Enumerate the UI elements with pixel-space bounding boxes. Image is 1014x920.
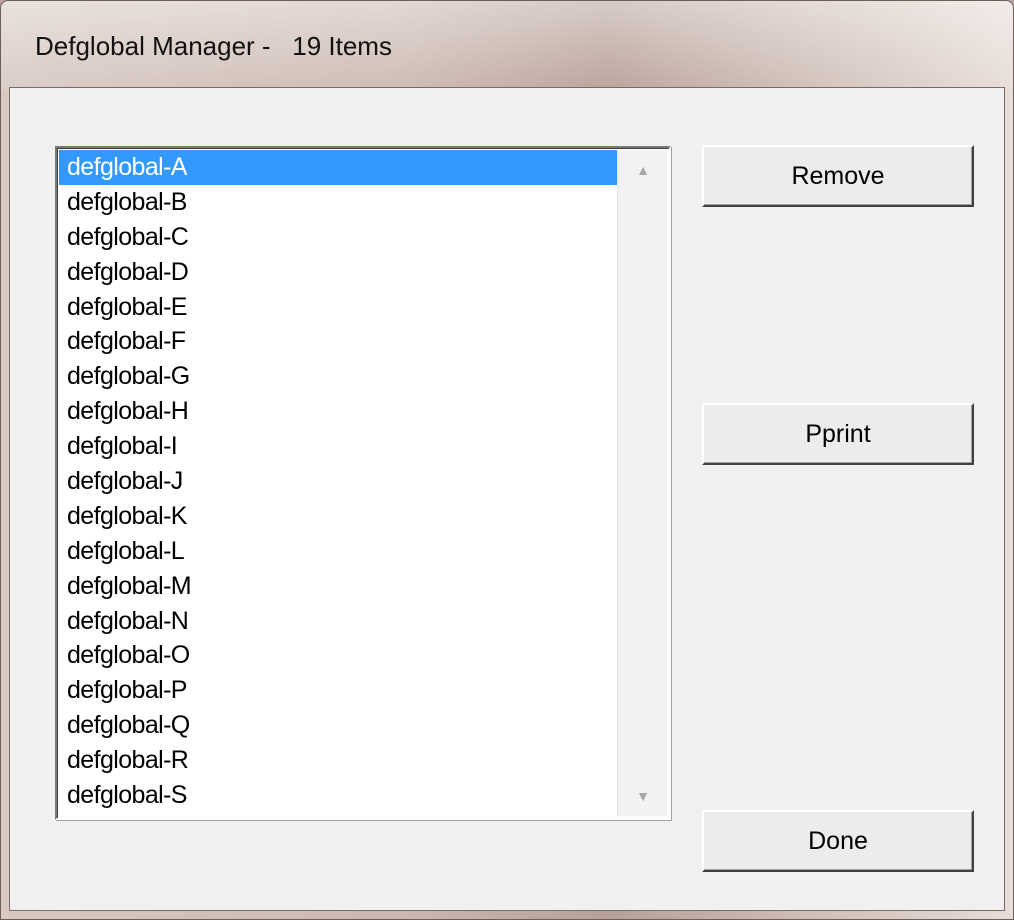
- listbox-items: defglobal-A defglobal-B defglobal-C defg…: [59, 150, 619, 816]
- scroll-down-arrow-icon[interactable]: ▼: [618, 776, 668, 816]
- list-item[interactable]: defglobal-O: [59, 638, 619, 673]
- list-item[interactable]: defglobal-P: [59, 673, 619, 708]
- list-item[interactable]: defglobal-M: [59, 569, 619, 604]
- list-item[interactable]: defglobal-A: [59, 150, 619, 185]
- list-item[interactable]: defglobal-I: [59, 429, 619, 464]
- done-button[interactable]: Done: [702, 810, 974, 872]
- defglobal-listbox[interactable]: defglobal-A defglobal-B defglobal-C defg…: [55, 146, 671, 820]
- scroll-up-arrow-icon[interactable]: ▲: [618, 150, 668, 190]
- list-item[interactable]: defglobal-B: [59, 185, 619, 220]
- list-item[interactable]: defglobal-Q: [59, 708, 619, 743]
- list-item[interactable]: defglobal-K: [59, 499, 619, 534]
- list-item[interactable]: defglobal-G: [59, 359, 619, 394]
- list-item[interactable]: defglobal-E: [59, 290, 619, 325]
- list-item[interactable]: defglobal-H: [59, 394, 619, 429]
- dialog-client-area: defglobal-A defglobal-B defglobal-C defg…: [9, 87, 1005, 911]
- list-item[interactable]: defglobal-S: [59, 778, 619, 813]
- list-item[interactable]: defglobal-F: [59, 324, 619, 359]
- pprint-button[interactable]: Pprint: [702, 403, 974, 465]
- dialog-window: Defglobal Manager - 19 Items defglobal-A…: [0, 0, 1014, 920]
- list-item[interactable]: defglobal-L: [59, 534, 619, 569]
- listbox-scrollbar[interactable]: ▲ ▼: [617, 150, 667, 816]
- window-title: Defglobal Manager - 19 Items: [35, 31, 392, 61]
- list-item[interactable]: defglobal-R: [59, 743, 619, 778]
- remove-button[interactable]: Remove: [702, 145, 974, 207]
- list-item[interactable]: defglobal-N: [59, 604, 619, 639]
- list-item[interactable]: defglobal-C: [59, 220, 619, 255]
- list-item[interactable]: defglobal-J: [59, 464, 619, 499]
- list-item[interactable]: defglobal-D: [59, 255, 619, 290]
